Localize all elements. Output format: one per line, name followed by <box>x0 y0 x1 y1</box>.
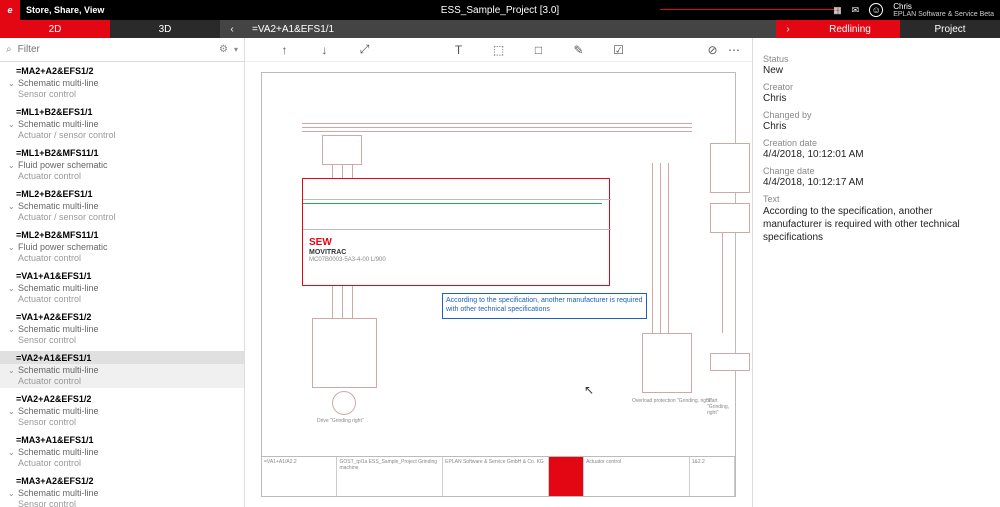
status-value: New <box>763 65 990 76</box>
cursor-icon: ↖ <box>584 383 594 397</box>
next-page-icon[interactable]: ↓ <box>317 42 333 58</box>
tb-logo <box>549 457 584 496</box>
tree-item[interactable]: =VA1+A1&EFS1/1⌄Schematic multi-lineActua… <box>0 267 244 308</box>
brand-text: EPLAN Software & Service Beta <box>893 11 994 18</box>
redline-box[interactable]: SEW MOVITRAC MC07B0003-5A3-4-00 L/900 <box>302 178 610 286</box>
changedby-value: Chris <box>763 121 990 132</box>
cdate-label: Creation date <box>763 138 990 148</box>
tree-item[interactable]: =ML1+B2&EFS1/1⌄Schematic multi-lineActua… <box>0 103 244 144</box>
tb-cell: Actuator control <box>584 457 690 496</box>
tree-item[interactable]: =MA3+A2&EFS1/2⌄Schematic multi-lineSenso… <box>0 472 244 507</box>
settings-icon[interactable]: ⚙ <box>219 44 228 55</box>
more-icon[interactable]: ⋯ <box>726 42 742 58</box>
rect-tool-icon[interactable]: □ <box>531 42 547 58</box>
mdate-value: 4/4/2018, 10:12:17 AM <box>763 177 990 188</box>
tab-3d[interactable]: 3D <box>110 20 220 38</box>
tb-cell: =VA1+A1/A2.2 <box>262 457 337 496</box>
prev-page-icon[interactable]: ↑ <box>277 42 293 58</box>
tree-item[interactable]: =VA2+A2&EFS1/2⌄Schematic multi-lineSenso… <box>0 390 244 431</box>
page-path: =VA2+A1&EFS1/1 <box>244 20 776 38</box>
fit-icon[interactable]: ⤢ <box>357 42 373 58</box>
sidebar: ⌕ ⚙ ▾ =MA2+A2&EFS1/2⌄Schematic multi-lin… <box>0 38 245 507</box>
detail-panel: Status New Creator Chris Changed by Chri… <box>752 38 1000 507</box>
tree-item[interactable]: =ML1+B2&MFS11/1⌄Fluid power schematicAct… <box>0 144 244 185</box>
tab-redlining[interactable]: Redlining <box>800 20 900 38</box>
tb-cell: GOST_tpl1a ESS_Sample_Project Grinding m… <box>337 457 443 496</box>
chevron-down-icon[interactable]: ▾ <box>234 45 238 54</box>
overload-label: Overload protection "Grinding, right" <box>632 398 712 404</box>
accent-line <box>640 0 840 20</box>
text-tool-icon[interactable]: T <box>451 42 467 58</box>
hide-icon[interactable]: ⊘ <box>705 42 721 58</box>
collapse-left-icon[interactable]: ‹ <box>220 20 244 38</box>
cdate-value: 4/4/2018, 10:12:01 AM <box>763 149 990 160</box>
mail-icon[interactable]: ✉ <box>852 5 860 16</box>
viewer-toolbar: ↑ ↓ ⤢ T ⬚ □ ✎ ☑ ⊘ ⋯ <box>245 38 752 62</box>
viewer: ↑ ↓ ⤢ T ⬚ □ ✎ ☑ ⊘ ⋯ <box>245 38 752 507</box>
tab-project[interactable]: Project <box>900 20 1000 38</box>
movitrac-label: MOVITRAC <box>309 249 346 256</box>
changedby-label: Changed by <box>763 110 990 120</box>
sew-brand: SEW <box>309 237 332 248</box>
grid-icon[interactable]: ▦ <box>833 5 842 16</box>
title-block: =VA1+A1/A2.2 GOST_tpl1a ESS_Sample_Proje… <box>262 456 735 496</box>
tree-item[interactable]: =VA1+A2&EFS1/2⌄Schematic multi-lineSenso… <box>0 308 244 349</box>
status-label: Status <box>763 54 990 64</box>
text-value: According to the specification, another … <box>763 205 990 244</box>
slogan: Store, Share, View <box>26 5 104 15</box>
pencil-tool-icon[interactable]: ✎ <box>571 42 587 58</box>
eplan-logo: e <box>0 0 20 20</box>
top-bar: e Store, Share, View ESS_Sample_Project … <box>0 0 1000 20</box>
tree-item[interactable]: =MA3+A1&EFS1/1⌄Schematic multi-lineActua… <box>0 431 244 472</box>
partno-label: MC07B0003-5A3-4-00 L/900 <box>309 257 386 263</box>
tb-cell: EPLAN Software & Service GmbH & Co. KG <box>443 457 549 496</box>
tree-item[interactable]: =ML2+B2&EFS1/1⌄Schematic multi-lineActua… <box>0 185 244 226</box>
tree-item[interactable]: =MA2+A2&EFS1/2⌄Schematic multi-lineSenso… <box>0 62 244 103</box>
text-label: Text <box>763 194 990 204</box>
page-tree: =MA2+A2&EFS1/2⌄Schematic multi-lineSenso… <box>0 62 244 507</box>
filter-input[interactable] <box>18 44 213 55</box>
search-icon: ⌕ <box>6 44 12 55</box>
project-title: ESS_Sample_Project [3.0] <box>441 5 559 16</box>
tab-bar: 2D 3D ‹ =VA2+A1&EFS1/1 › Redlining Proje… <box>0 20 1000 38</box>
tb-cell: 1&2.2 <box>690 457 735 496</box>
collapse-right-icon[interactable]: › <box>776 20 800 38</box>
schematic-drawing: Drive "Grinding right" Overload protecti… <box>261 72 736 497</box>
tab-2d[interactable]: 2D <box>0 20 110 38</box>
redline-comment[interactable]: According to the specification, another … <box>442 293 647 319</box>
edit-tool-icon[interactable]: ☑ <box>611 42 627 58</box>
tree-item[interactable]: =ML2+B2&MFS11/1⌄Fluid power schematicAct… <box>0 226 244 267</box>
creator-label: Creator <box>763 82 990 92</box>
start-label: Start "Grinding, right" <box>707 398 735 416</box>
tree-item[interactable]: =VA2+A1&EFS1/1⌄Schematic multi-lineActua… <box>0 349 244 390</box>
drive-label: Drive "Grinding right" <box>317 418 364 424</box>
creator-value: Chris <box>763 93 990 104</box>
user-name: Chris <box>893 2 994 11</box>
canvas[interactable]: Drive "Grinding right" Overload protecti… <box>245 62 752 507</box>
user-icon[interactable]: ☺ <box>869 3 883 17</box>
select-tool-icon[interactable]: ⬚ <box>491 42 507 58</box>
mdate-label: Change date <box>763 166 990 176</box>
